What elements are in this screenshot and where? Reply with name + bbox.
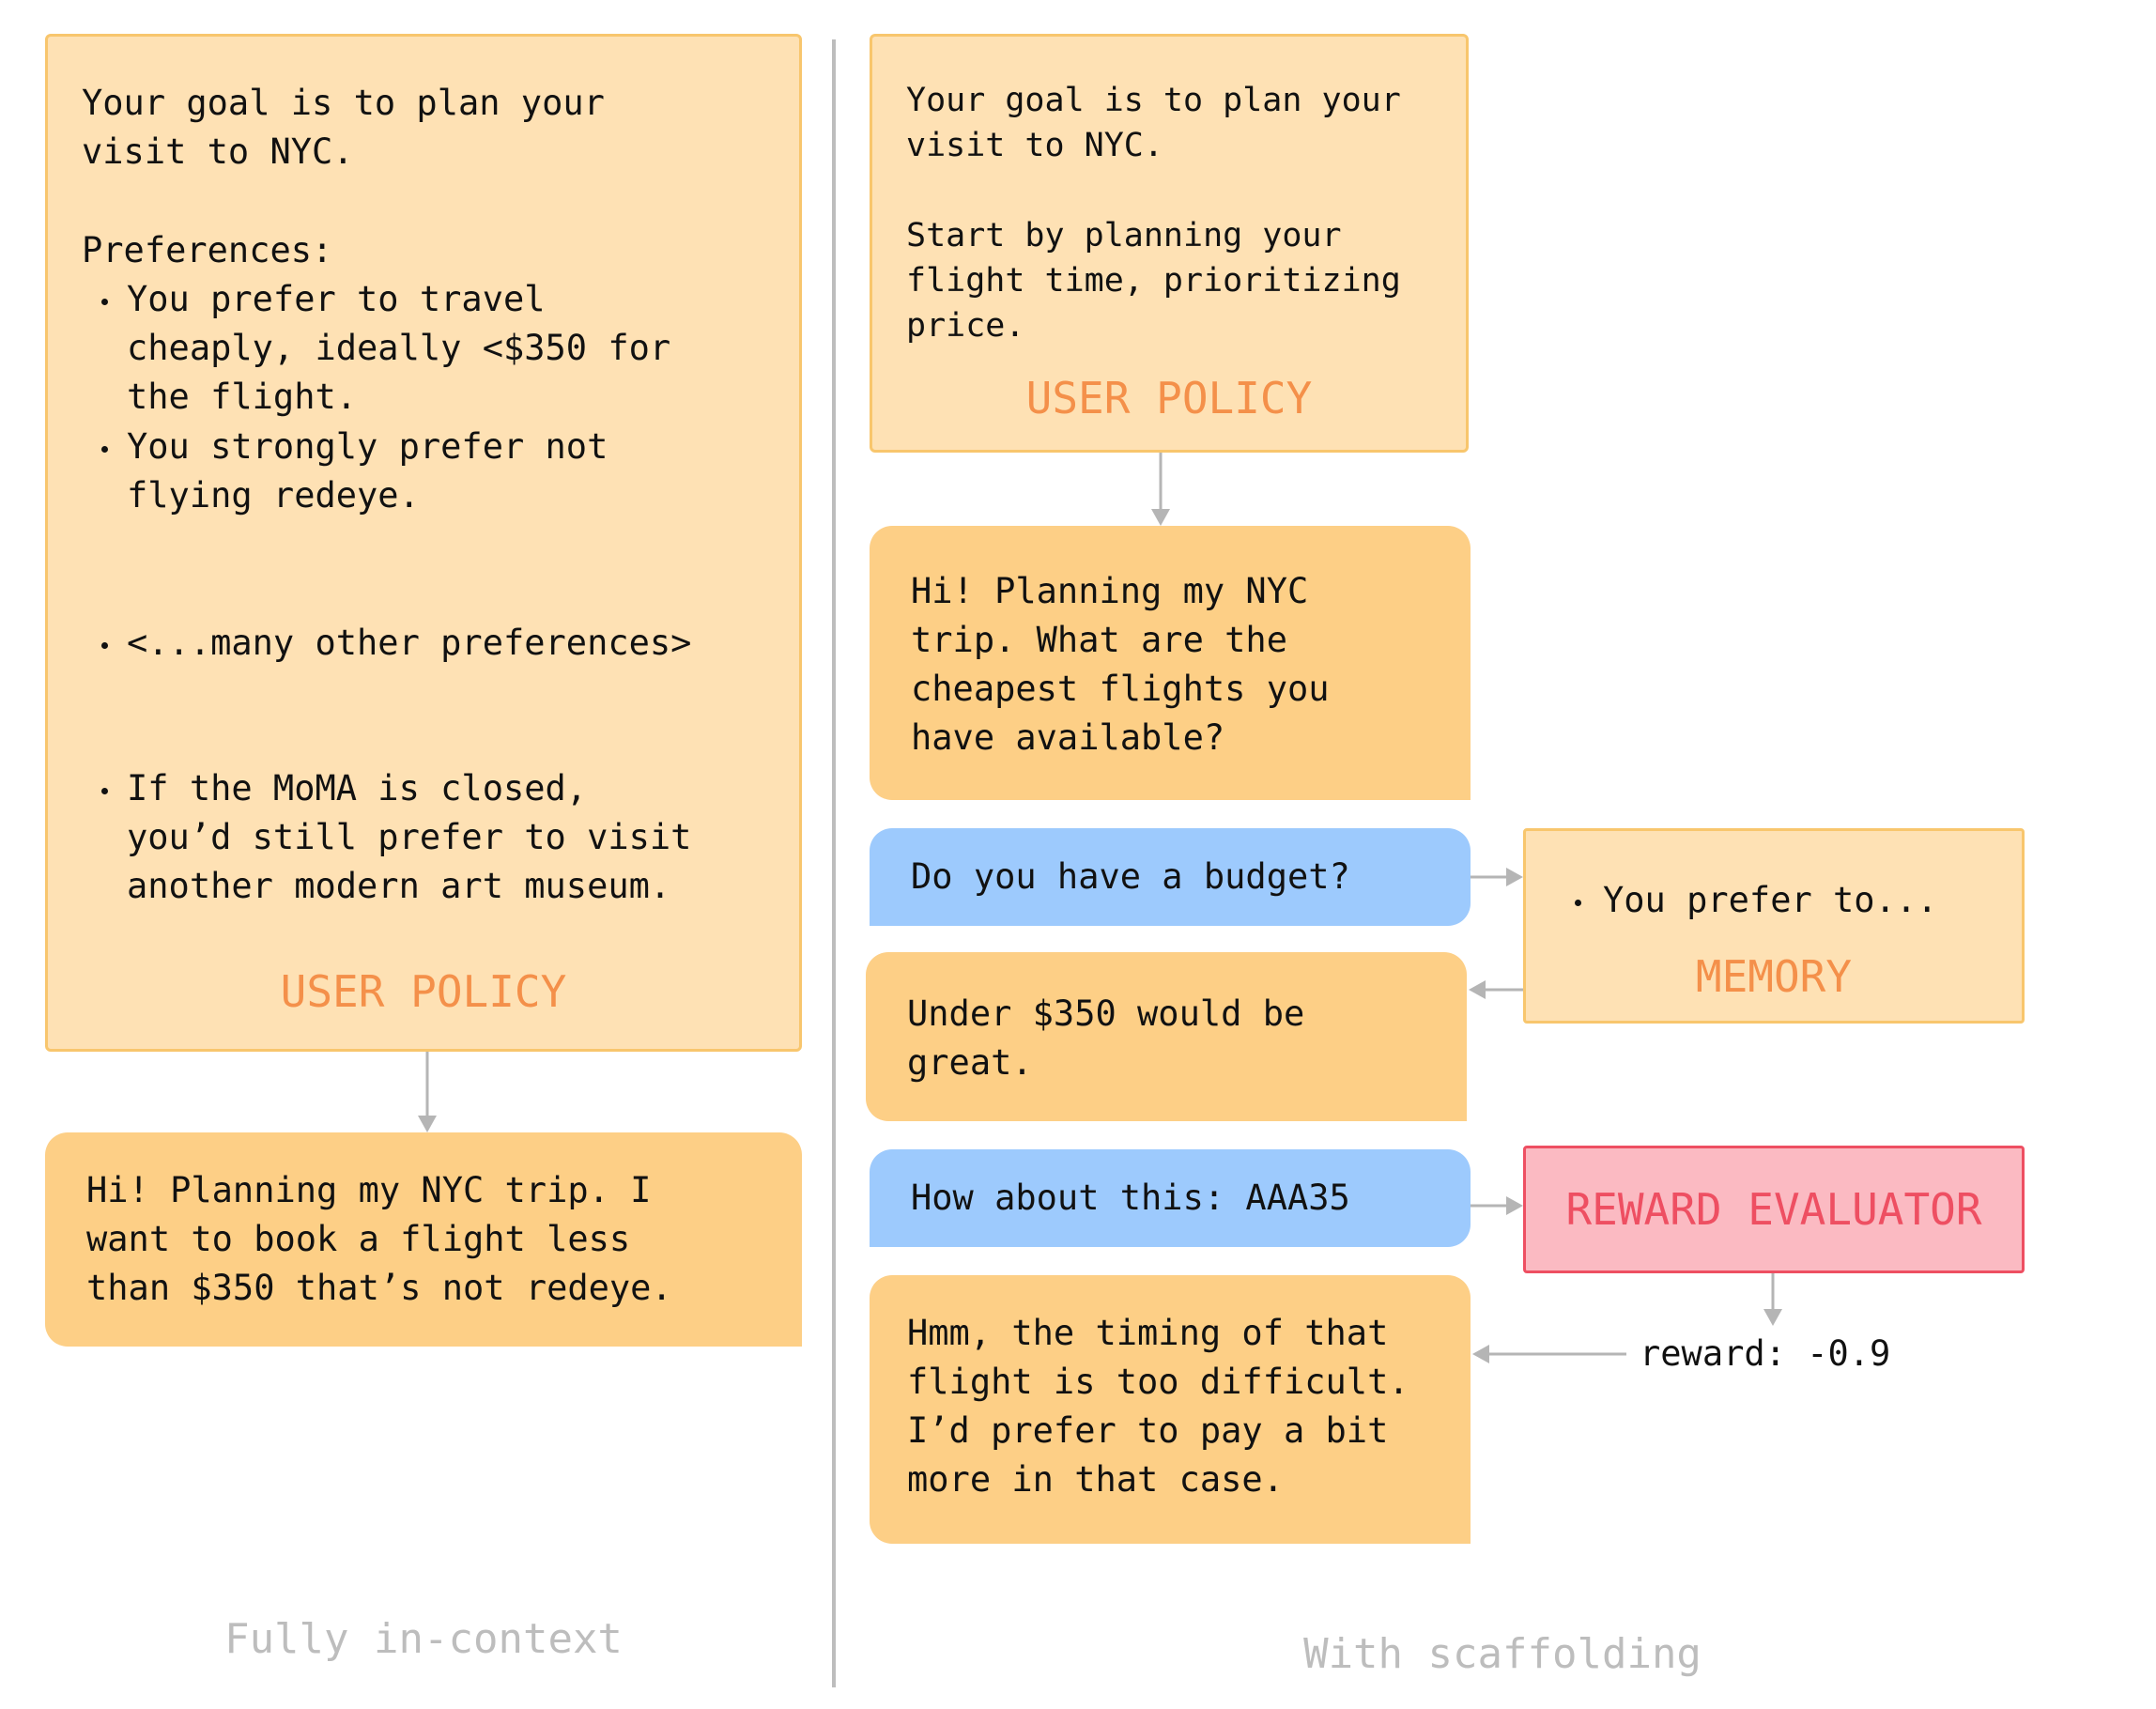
arrow-head xyxy=(1151,509,1170,526)
arrow-head xyxy=(1506,1196,1523,1215)
arrow-head xyxy=(418,1116,437,1132)
arrow-head xyxy=(1472,1345,1489,1363)
arrow-head xyxy=(1763,1309,1782,1326)
arrow-head xyxy=(1506,868,1523,886)
arrow-head xyxy=(1469,980,1486,999)
connector-arrows xyxy=(418,453,1782,1363)
